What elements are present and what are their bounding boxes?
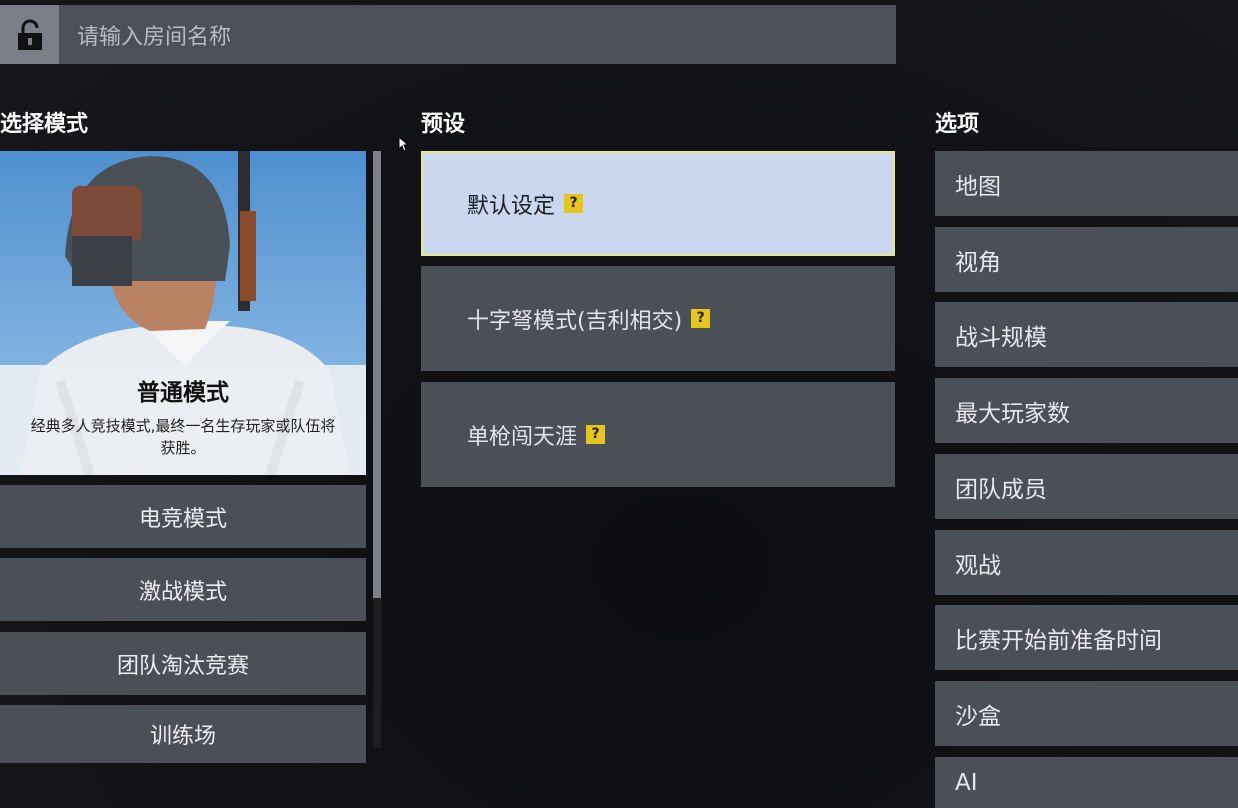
preset-default[interactable]: 默认设定 ? xyxy=(421,151,895,256)
mode-intense-button[interactable]: 激战模式 xyxy=(0,558,366,621)
preset-default-label: 默认设定 xyxy=(467,188,555,220)
mode-team-elimination-button[interactable]: 团队淘汰竞赛 xyxy=(0,632,366,695)
option-sandbox[interactable]: 沙盒 xyxy=(935,681,1238,746)
lock-toggle-button[interactable] xyxy=(0,5,59,64)
mouse-cursor-icon xyxy=(398,136,410,152)
help-icon[interactable]: ? xyxy=(691,309,710,328)
option-ai[interactable]: AI xyxy=(935,757,1238,808)
option-map[interactable]: 地图 xyxy=(935,151,1238,216)
mode-card-caption: 普通模式 经典多人竞技模式,最终一名生存玩家或队伍将获胜。 xyxy=(0,365,366,475)
preset-lone-gun-label: 单枪闯天涯 xyxy=(467,419,577,451)
mode-heading: 选择模式 xyxy=(0,106,88,138)
mode-esports-button[interactable]: 电竞模式 xyxy=(0,485,366,548)
options-heading: 选项 xyxy=(935,106,979,138)
mode-training-button[interactable]: 训练场 xyxy=(0,705,366,763)
help-icon[interactable]: ? xyxy=(564,194,583,213)
room-name-placeholder: 请输入房间名称 xyxy=(77,19,231,51)
option-prep-time[interactable]: 比赛开始前准备时间 xyxy=(935,605,1238,670)
unlock-icon xyxy=(15,19,45,51)
option-max-players[interactable]: 最大玩家数 xyxy=(935,378,1238,443)
mode-card-description: 经典多人竞技模式,最终一名生存玩家或队伍将获胜。 xyxy=(0,415,366,459)
mode-card-title: 普通模式 xyxy=(0,373,366,407)
option-battle-scale[interactable]: 战斗规模 xyxy=(935,302,1238,367)
help-icon[interactable]: ? xyxy=(586,425,605,444)
preset-lone-gun[interactable]: 单枪闯天涯 ? xyxy=(421,382,895,487)
mode-list-scrollbar-track[interactable] xyxy=(373,598,381,748)
preset-heading: 预设 xyxy=(421,106,465,138)
preset-crossbow-label: 十字弩模式(吉利相交) xyxy=(467,303,682,335)
mode-card-classic[interactable]: 普通模式 经典多人竞技模式,最终一名生存玩家或队伍将获胜。 xyxy=(0,151,366,475)
mode-list-scrollbar-thumb[interactable] xyxy=(373,151,381,598)
option-team-members[interactable]: 团队成员 xyxy=(935,454,1238,519)
option-perspective[interactable]: 视角 xyxy=(935,227,1238,292)
option-spectate[interactable]: 观战 xyxy=(935,530,1238,595)
room-name-input[interactable]: 请输入房间名称 xyxy=(59,5,896,64)
preset-crossbow[interactable]: 十字弩模式(吉利相交) ? xyxy=(421,266,895,371)
